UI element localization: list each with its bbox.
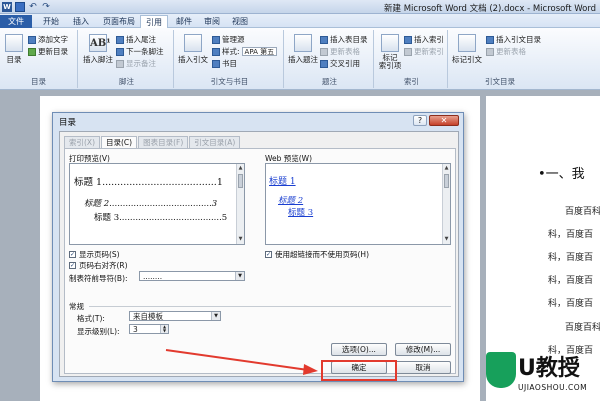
watermark-url: UJIAOSHOU.COM: [518, 383, 588, 392]
shield-logo-icon: [486, 352, 516, 388]
watermark-text: U教授: [518, 356, 580, 381]
annotation-arrow-icon: [165, 349, 318, 375]
watermark-logo: U教授 UJIAOSHOU.COM: [486, 350, 600, 401]
